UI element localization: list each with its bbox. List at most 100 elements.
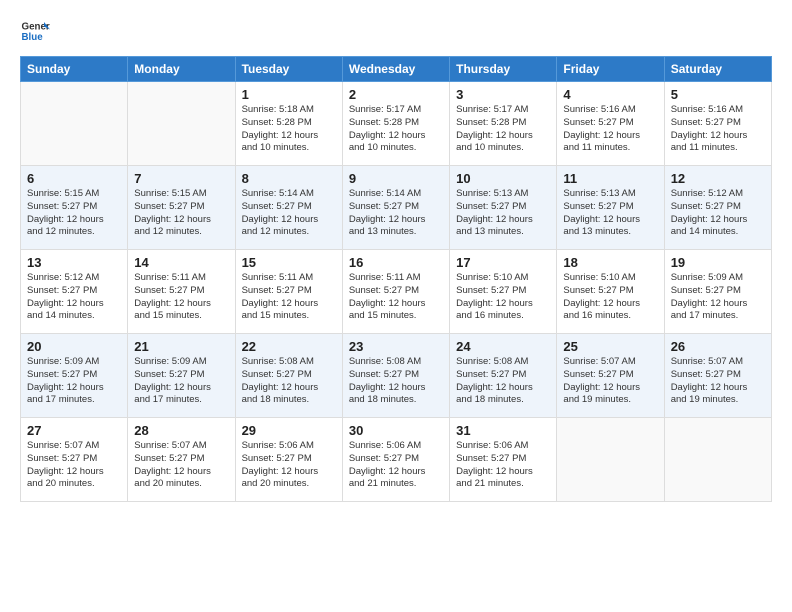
day-header-wednesday: Wednesday bbox=[342, 57, 449, 82]
day-number: 3 bbox=[456, 87, 550, 102]
day-number: 16 bbox=[349, 255, 443, 270]
day-header-saturday: Saturday bbox=[664, 57, 771, 82]
day-info: Sunrise: 5:14 AM Sunset: 5:27 PM Dayligh… bbox=[242, 188, 336, 239]
day-cell-3: 3 Sunrise: 5:17 AM Sunset: 5:28 PM Daylig… bbox=[450, 82, 557, 166]
day-header-thursday: Thursday bbox=[450, 57, 557, 82]
day-number: 23 bbox=[349, 339, 443, 354]
day-info: Sunrise: 5:12 AM Sunset: 5:27 PM Dayligh… bbox=[671, 188, 765, 239]
day-number: 15 bbox=[242, 255, 336, 270]
day-number: 13 bbox=[27, 255, 121, 270]
day-cell-25: 25 Sunrise: 5:07 AM Sunset: 5:27 PM Dayli… bbox=[557, 334, 664, 418]
day-info: Sunrise: 5:10 AM Sunset: 5:27 PM Dayligh… bbox=[456, 272, 550, 323]
logo: General Blue bbox=[20, 16, 50, 46]
day-cell-15: 15 Sunrise: 5:11 AM Sunset: 5:27 PM Dayli… bbox=[235, 250, 342, 334]
day-number: 25 bbox=[563, 339, 657, 354]
day-info: Sunrise: 5:15 AM Sunset: 5:27 PM Dayligh… bbox=[27, 188, 121, 239]
day-info: Sunrise: 5:11 AM Sunset: 5:27 PM Dayligh… bbox=[242, 272, 336, 323]
day-info: Sunrise: 5:16 AM Sunset: 5:27 PM Dayligh… bbox=[563, 104, 657, 155]
day-number: 17 bbox=[456, 255, 550, 270]
day-number: 29 bbox=[242, 423, 336, 438]
day-cell-18: 18Sunrise: 5:10 AM Sunset: 5:27 PM Dayli… bbox=[557, 250, 664, 334]
day-info: Sunrise: 5:12 AM Sunset: 5:27 PM Dayligh… bbox=[27, 272, 121, 323]
day-number: 1 bbox=[242, 87, 336, 102]
day-number: 7 bbox=[134, 171, 228, 186]
day-cell-2: 2 Sunrise: 5:17 AM Sunset: 5:28 PM Daylig… bbox=[342, 82, 449, 166]
day-header-monday: Monday bbox=[128, 57, 235, 82]
day-info: Sunrise: 5:08 AM Sunset: 5:27 PM Dayligh… bbox=[242, 356, 336, 407]
header: General Blue bbox=[20, 16, 772, 46]
day-cell-17: 17 Sunrise: 5:10 AM Sunset: 5:27 PM Dayli… bbox=[450, 250, 557, 334]
day-info: Sunrise: 5:17 AM Sunset: 5:28 PM Dayligh… bbox=[456, 104, 550, 155]
day-cell-27: 27 Sunrise: 5:07 AM Sunset: 5:27 PM Dayli… bbox=[21, 418, 128, 502]
day-cell-11: 11 Sunrise: 5:13 AM Sunset: 5:27 PM Dayli… bbox=[557, 166, 664, 250]
day-info: Sunrise: 5:18 AM Sunset: 5:28 PM Dayligh… bbox=[242, 104, 336, 155]
svg-text:Blue: Blue bbox=[22, 32, 44, 43]
day-cell-28: 28Sunrise: 5:07 AM Sunset: 5:27 PM Dayli… bbox=[128, 418, 235, 502]
day-info: Sunrise: 5:07 AM Sunset: 5:27 PM Dayligh… bbox=[563, 356, 657, 407]
day-number: 31 bbox=[456, 423, 550, 438]
day-info: Sunrise: 5:09 AM Sunset: 5:27 PM Dayligh… bbox=[134, 356, 228, 407]
calendar-header-row: SundayMondayTuesdayWednesdayThursdayFrid… bbox=[21, 57, 772, 82]
day-cell-10: 10Sunrise: 5:13 AM Sunset: 5:27 PM Dayli… bbox=[450, 166, 557, 250]
day-cell-14: 14 Sunrise: 5:11 AM Sunset: 5:27 PM Dayli… bbox=[128, 250, 235, 334]
day-cell-6: 6 Sunrise: 5:15 AM Sunset: 5:27 PM Daylig… bbox=[21, 166, 128, 250]
day-header-tuesday: Tuesday bbox=[235, 57, 342, 82]
day-number: 21 bbox=[134, 339, 228, 354]
day-number: 12 bbox=[671, 171, 765, 186]
day-info: Sunrise: 5:07 AM Sunset: 5:27 PM Dayligh… bbox=[27, 440, 121, 491]
day-header-friday: Friday bbox=[557, 57, 664, 82]
day-cell-24: 24Sunrise: 5:08 AM Sunset: 5:27 PM Dayli… bbox=[450, 334, 557, 418]
day-number: 26 bbox=[671, 339, 765, 354]
week-row-1: 1 Sunrise: 5:18 AM Sunset: 5:28 PM Daylig… bbox=[21, 82, 772, 166]
empty-cell bbox=[664, 418, 771, 502]
logo-icon: General Blue bbox=[20, 16, 50, 46]
day-cell-13: 13 Sunrise: 5:12 AM Sunset: 5:27 PM Dayli… bbox=[21, 250, 128, 334]
day-info: Sunrise: 5:17 AM Sunset: 5:28 PM Dayligh… bbox=[349, 104, 443, 155]
day-cell-12: 12 Sunrise: 5:12 AM Sunset: 5:27 PM Dayli… bbox=[664, 166, 771, 250]
day-number: 10 bbox=[456, 171, 550, 186]
day-number: 30 bbox=[349, 423, 443, 438]
day-cell-23: 23 Sunrise: 5:08 AM Sunset: 5:27 PM Dayli… bbox=[342, 334, 449, 418]
day-info: Sunrise: 5:06 AM Sunset: 5:27 PM Dayligh… bbox=[242, 440, 336, 491]
week-row-4: 20 Sunrise: 5:09 AM Sunset: 5:27 PM Dayli… bbox=[21, 334, 772, 418]
day-number: 6 bbox=[27, 171, 121, 186]
week-row-5: 27 Sunrise: 5:07 AM Sunset: 5:27 PM Dayli… bbox=[21, 418, 772, 502]
day-cell-26: 26Sunrise: 5:07 AM Sunset: 5:27 PM Dayli… bbox=[664, 334, 771, 418]
day-header-sunday: Sunday bbox=[21, 57, 128, 82]
calendar-table: SundayMondayTuesdayWednesdayThursdayFrid… bbox=[20, 56, 772, 502]
day-number: 5 bbox=[671, 87, 765, 102]
day-number: 4 bbox=[563, 87, 657, 102]
calendar-page: General Blue SundayMondayTuesdayWednesda… bbox=[0, 0, 792, 612]
week-row-2: 6 Sunrise: 5:15 AM Sunset: 5:27 PM Daylig… bbox=[21, 166, 772, 250]
empty-cell bbox=[128, 82, 235, 166]
day-cell-19: 19Sunrise: 5:09 AM Sunset: 5:27 PM Dayli… bbox=[664, 250, 771, 334]
day-cell-21: 21 Sunrise: 5:09 AM Sunset: 5:27 PM Dayli… bbox=[128, 334, 235, 418]
day-cell-5: 5Sunrise: 5:16 AM Sunset: 5:27 PM Daylig… bbox=[664, 82, 771, 166]
empty-cell bbox=[21, 82, 128, 166]
day-info: Sunrise: 5:09 AM Sunset: 5:27 PM Dayligh… bbox=[27, 356, 121, 407]
day-number: 11 bbox=[563, 171, 657, 186]
day-info: Sunrise: 5:13 AM Sunset: 5:27 PM Dayligh… bbox=[563, 188, 657, 239]
day-cell-22: 22Sunrise: 5:08 AM Sunset: 5:27 PM Dayli… bbox=[235, 334, 342, 418]
day-cell-16: 16 Sunrise: 5:11 AM Sunset: 5:27 PM Dayli… bbox=[342, 250, 449, 334]
day-info: Sunrise: 5:06 AM Sunset: 5:27 PM Dayligh… bbox=[349, 440, 443, 491]
day-info: Sunrise: 5:06 AM Sunset: 5:27 PM Dayligh… bbox=[456, 440, 550, 491]
day-info: Sunrise: 5:11 AM Sunset: 5:27 PM Dayligh… bbox=[349, 272, 443, 323]
day-cell-1: 1 Sunrise: 5:18 AM Sunset: 5:28 PM Daylig… bbox=[235, 82, 342, 166]
day-number: 2 bbox=[349, 87, 443, 102]
day-number: 24 bbox=[456, 339, 550, 354]
day-cell-8: 8 Sunrise: 5:14 AM Sunset: 5:27 PM Daylig… bbox=[235, 166, 342, 250]
day-number: 8 bbox=[242, 171, 336, 186]
day-number: 20 bbox=[27, 339, 121, 354]
day-number: 14 bbox=[134, 255, 228, 270]
day-cell-20: 20 Sunrise: 5:09 AM Sunset: 5:27 PM Dayli… bbox=[21, 334, 128, 418]
day-number: 28 bbox=[134, 423, 228, 438]
day-number: 27 bbox=[27, 423, 121, 438]
empty-cell bbox=[557, 418, 664, 502]
day-cell-7: 7 Sunrise: 5:15 AM Sunset: 5:27 PM Daylig… bbox=[128, 166, 235, 250]
day-info: Sunrise: 5:15 AM Sunset: 5:27 PM Dayligh… bbox=[134, 188, 228, 239]
day-info: Sunrise: 5:08 AM Sunset: 5:27 PM Dayligh… bbox=[349, 356, 443, 407]
day-info: Sunrise: 5:11 AM Sunset: 5:27 PM Dayligh… bbox=[134, 272, 228, 323]
day-cell-4: 4 Sunrise: 5:16 AM Sunset: 5:27 PM Daylig… bbox=[557, 82, 664, 166]
week-row-3: 13 Sunrise: 5:12 AM Sunset: 5:27 PM Dayli… bbox=[21, 250, 772, 334]
